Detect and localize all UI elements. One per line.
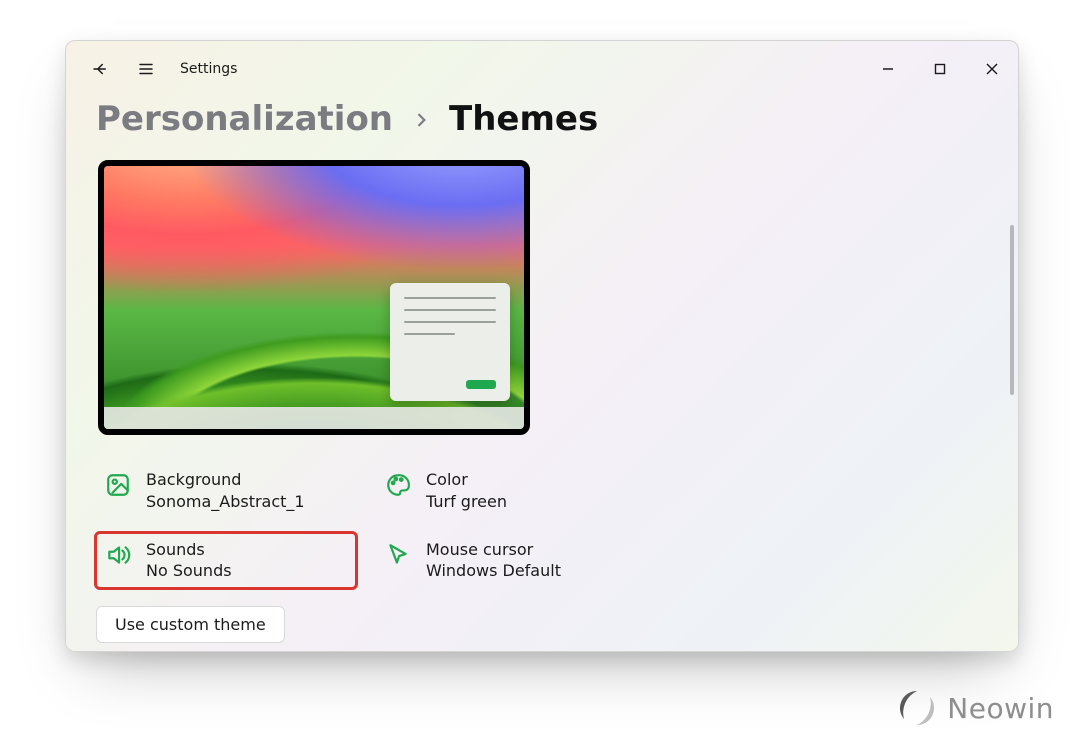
chevron-right-icon [411,101,431,138]
option-sounds[interactable]: Sounds No Sounds [96,533,356,588]
image-icon [104,471,132,499]
use-custom-theme-button[interactable]: Use custom theme [96,606,285,643]
option-background[interactable]: Background Sonoma_Abstract_1 [96,463,356,518]
page-content: Personalization Themes [66,101,1018,652]
titlebar: Settings [66,41,1018,97]
option-value: Sonoma_Abstract_1 [146,491,305,513]
theme-options: Background Sonoma_Abstract_1 [96,463,988,587]
option-label: Background [146,469,305,491]
sound-icon [104,541,132,569]
option-value: Windows Default [426,560,561,582]
window-controls [862,49,1018,89]
option-value: No Sounds [146,560,232,582]
minimize-button[interactable] [862,49,914,89]
option-label: Sounds [146,539,232,561]
breadcrumb: Personalization Themes [96,101,988,138]
close-button[interactable] [966,49,1018,89]
scrollbar[interactable] [1010,225,1014,395]
option-value: Turf green [426,491,507,513]
watermark: Neowin [899,690,1054,726]
nav-menu-button[interactable] [126,49,166,89]
maximize-button[interactable] [914,49,966,89]
taskbar-preview [104,407,524,429]
option-color[interactable]: Color Turf green [376,463,636,518]
mini-accent-button [466,380,496,389]
option-label: Mouse cursor [426,539,561,561]
option-label: Color [426,469,507,491]
option-cursor[interactable]: Mouse cursor Windows Default [376,533,636,588]
neowin-logo-icon [899,690,935,726]
breadcrumb-parent[interactable]: Personalization [96,101,393,138]
back-button[interactable] [80,49,120,89]
palette-icon [384,471,412,499]
breadcrumb-current: Themes [449,101,598,138]
settings-window: Settings Personalization [65,40,1019,652]
cursor-icon [384,541,412,569]
theme-preview[interactable] [98,160,530,435]
mini-window-preview [390,283,510,401]
titlebar-left: Settings [66,49,237,89]
watermark-text: Neowin [947,692,1054,725]
app-title: Settings [180,61,237,77]
